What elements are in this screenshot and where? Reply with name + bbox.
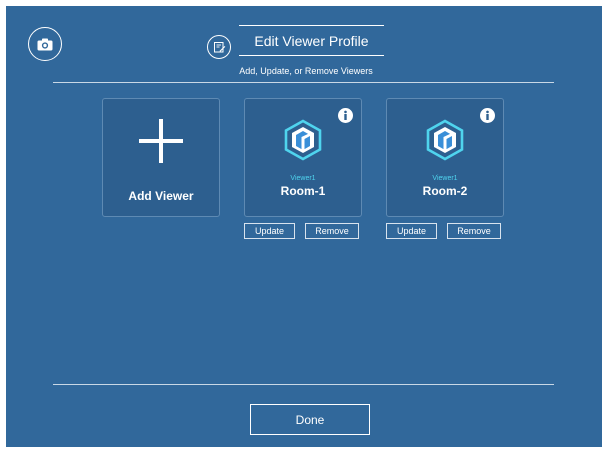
room-hexagon-icon xyxy=(284,119,322,161)
viewer-tag: Viewer1 xyxy=(432,175,458,182)
header-divider xyxy=(53,82,554,83)
done-button[interactable]: Done xyxy=(250,404,370,435)
edit-viewer-profile-screen: Edit Viewer Profile Add, Update, or Remo… xyxy=(6,6,602,447)
camera-button[interactable] xyxy=(28,27,62,61)
viewer-name: Room-2 xyxy=(422,184,468,198)
camera-icon xyxy=(37,38,53,50)
update-button-room-1[interactable]: Update xyxy=(244,223,295,239)
room-hexagon-icon xyxy=(426,119,464,161)
info-icon[interactable] xyxy=(480,108,495,123)
remove-button-room-1[interactable]: Remove xyxy=(305,223,359,239)
page-subtitle: Add, Update, or Remove Viewers xyxy=(239,66,373,76)
plus-icon xyxy=(139,119,183,163)
viewer-tag: Viewer1 xyxy=(290,175,316,182)
edit-profile-icon xyxy=(207,35,231,59)
add-viewer-card[interactable]: Add Viewer xyxy=(102,98,220,217)
viewer-card-room-2[interactable]: Viewer1 Room-2 xyxy=(386,98,504,217)
viewer-name: Room-1 xyxy=(280,184,326,198)
footer-divider xyxy=(53,384,554,385)
page-title: Edit Viewer Profile xyxy=(239,25,384,56)
viewer-card-room-1[interactable]: Viewer1 Room-1 xyxy=(244,98,362,217)
update-button-room-2[interactable]: Update xyxy=(386,223,437,239)
add-viewer-label: Add Viewer xyxy=(128,189,194,203)
info-icon[interactable] xyxy=(338,108,353,123)
remove-button-room-2[interactable]: Remove xyxy=(447,223,501,239)
